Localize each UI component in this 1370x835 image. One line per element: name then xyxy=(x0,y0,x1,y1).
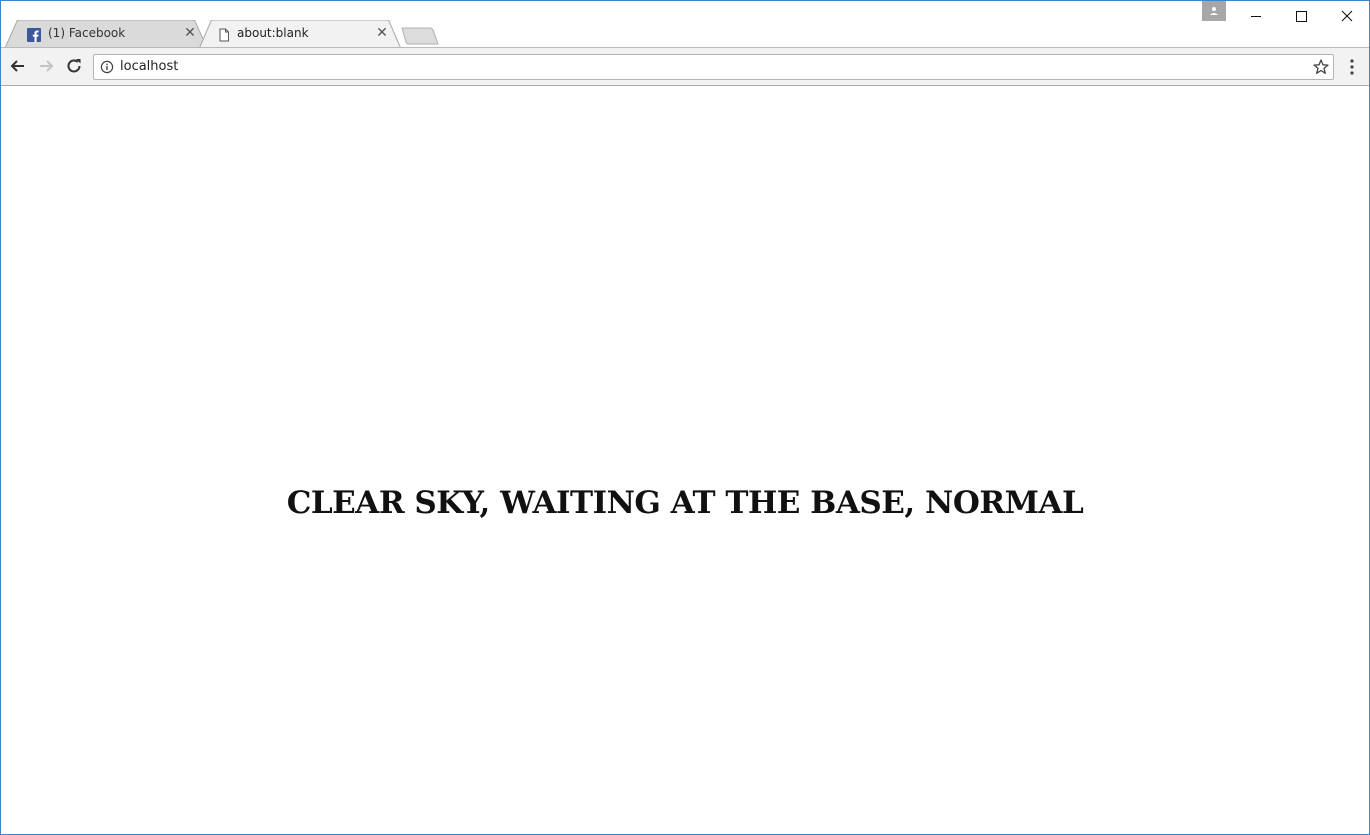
browser-toolbar: localhost xyxy=(1,48,1369,86)
kebab-menu-icon[interactable] xyxy=(1343,57,1361,77)
page-icon xyxy=(219,28,229,42)
tab-strip: (1) Facebook ✕ about:blank ✕ xyxy=(1,1,1369,49)
tab-about-blank[interactable]: about:blank ✕ xyxy=(199,20,402,49)
browser-window: (1) Facebook ✕ about:blank ✕ localhost C… xyxy=(0,0,1370,835)
minimize-icon[interactable] xyxy=(1245,5,1267,27)
person-icon xyxy=(1210,7,1218,15)
profile-button[interactable] xyxy=(1202,1,1226,21)
info-icon[interactable] xyxy=(100,60,114,74)
address-bar[interactable]: localhost xyxy=(93,54,1334,80)
tab-close-icon[interactable]: ✕ xyxy=(183,26,197,40)
close-window-icon[interactable] xyxy=(1336,5,1358,27)
star-icon[interactable] xyxy=(1312,58,1330,76)
arrow-right-icon[interactable] xyxy=(36,56,56,76)
url-text[interactable]: localhost xyxy=(120,59,178,74)
tab-title: (1) Facebook xyxy=(48,26,126,40)
maximize-icon[interactable] xyxy=(1290,5,1312,27)
page-content: CLEAR SKY, WAITING AT THE BASE, NORMAL xyxy=(1,87,1369,833)
tab-close-icon[interactable]: ✕ xyxy=(375,26,389,40)
new-tab-button[interactable] xyxy=(401,27,439,45)
reload-icon[interactable] xyxy=(64,56,84,76)
arrow-left-icon[interactable] xyxy=(8,56,28,76)
tab-title: about:blank xyxy=(237,26,309,40)
facebook-icon xyxy=(27,28,41,42)
tab-facebook[interactable]: (1) Facebook ✕ xyxy=(5,20,208,48)
status-message: CLEAR SKY, WAITING AT THE BASE, NORMAL xyxy=(286,485,1084,521)
